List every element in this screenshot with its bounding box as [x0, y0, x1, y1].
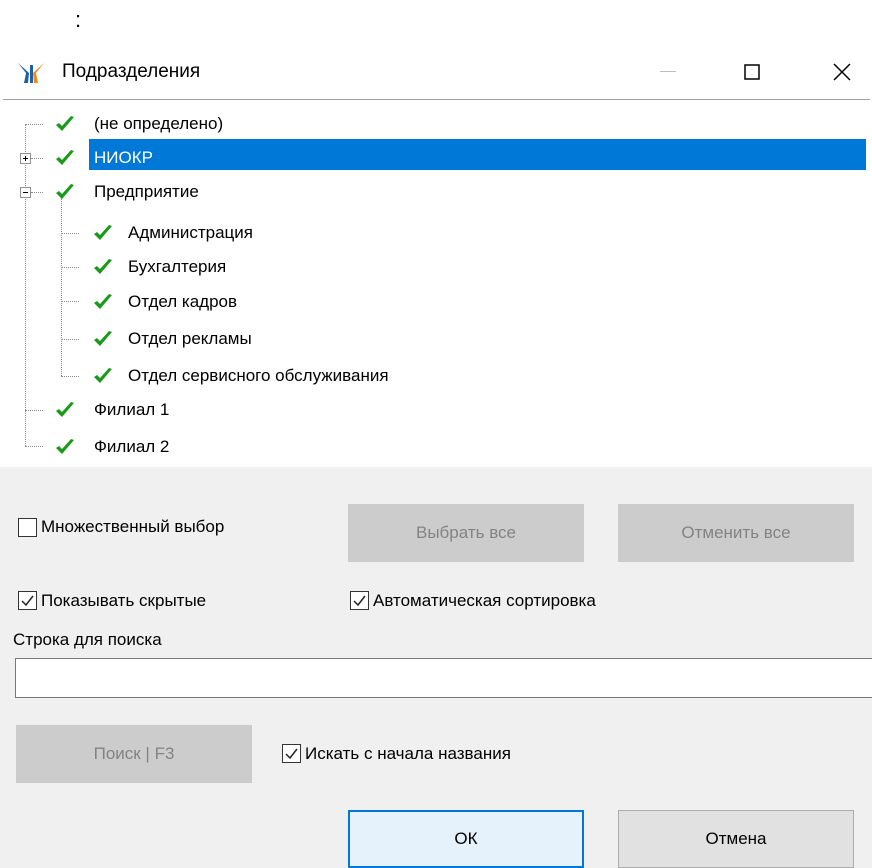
ok-button[interactable]: ОК [348, 810, 584, 868]
multi-select-checkbox[interactable] [18, 518, 37, 537]
minimize-button[interactable] [640, 50, 696, 94]
tree-node-label: (не определено) [94, 114, 224, 133]
maximize-icon [744, 64, 760, 80]
tree-node-label: Бухгалтерия [128, 257, 227, 276]
search-label: Строка для поиска [13, 630, 162, 649]
ok-button-label: ОК [454, 829, 478, 848]
auto-sort-checkbox[interactable] [350, 591, 369, 610]
tree-line [61, 376, 79, 377]
green-check-icon [94, 294, 112, 309]
tree-node-label: Филиал 1 [94, 400, 170, 419]
search-button-label: Поиск | F3 [93, 744, 175, 763]
maximize-button[interactable] [724, 50, 780, 94]
green-check-icon [56, 184, 74, 199]
tree-line-child [61, 198, 62, 376]
tree-line [25, 124, 43, 125]
stray-colon-text: : [75, 7, 82, 32]
tree-line [25, 446, 43, 447]
tree-line [31, 158, 43, 159]
expand-plus-icon[interactable] [20, 153, 31, 164]
window-title: Подразделения [62, 61, 201, 82]
tree-line [61, 301, 79, 302]
tree-node-label: Отдел кадров [128, 292, 238, 311]
green-check-icon [56, 116, 74, 131]
green-check-icon [56, 439, 74, 454]
green-check-icon [94, 259, 112, 274]
checkmark-icon [353, 595, 366, 607]
green-check-icon [56, 150, 74, 165]
search-from-start-checkbox[interactable] [282, 744, 301, 763]
tree-line [61, 339, 79, 340]
tree-node-label: Филиал 2 [94, 437, 170, 456]
selected-row-highlight [89, 139, 866, 170]
tree-node-label: Предприятие [94, 182, 199, 201]
tree-line [61, 267, 79, 268]
close-icon [833, 63, 851, 81]
tree-line-root [25, 124, 26, 446]
cancel-button-label: Отмена [705, 829, 767, 848]
deselect-all-button-label: Отменить все [681, 523, 791, 542]
checkmark-icon [21, 595, 34, 607]
checkmark-icon [285, 748, 298, 760]
tree-line [25, 410, 43, 411]
tree-line [31, 192, 43, 193]
green-check-icon [94, 368, 112, 383]
search-from-start-label[interactable]: Искать с начала названия [305, 743, 511, 765]
tree-node-label: Администрация [128, 223, 253, 242]
tree-node-label: Отдел рекламы [128, 329, 252, 348]
tree-node-label: Отдел сервисного обслуживания [128, 366, 389, 385]
tree-node-label: НИОКР [94, 148, 153, 167]
minimize-icon [660, 71, 676, 72]
show-hidden-label[interactable]: Показывать скрытые [41, 590, 206, 612]
select-all-button-label: Выбрать все [416, 523, 516, 542]
tree-line [61, 233, 79, 234]
app-logo-icon [18, 63, 44, 83]
close-button[interactable] [814, 50, 870, 94]
green-check-icon [56, 402, 74, 417]
deselect-all-button[interactable]: Отменить все [618, 504, 854, 562]
search-button[interactable]: Поиск | F3 [16, 725, 252, 783]
green-check-icon [94, 331, 112, 346]
collapse-minus-icon[interactable] [20, 187, 31, 198]
select-all-button[interactable]: Выбрать все [348, 504, 584, 562]
cancel-button[interactable]: Отмена [618, 810, 854, 868]
search-input[interactable] [15, 658, 872, 698]
green-check-icon [94, 225, 112, 240]
auto-sort-label[interactable]: Автоматическая сортировка [373, 590, 596, 612]
show-hidden-checkbox[interactable] [18, 591, 37, 610]
multi-select-label[interactable]: Множественный выбор [41, 516, 224, 538]
